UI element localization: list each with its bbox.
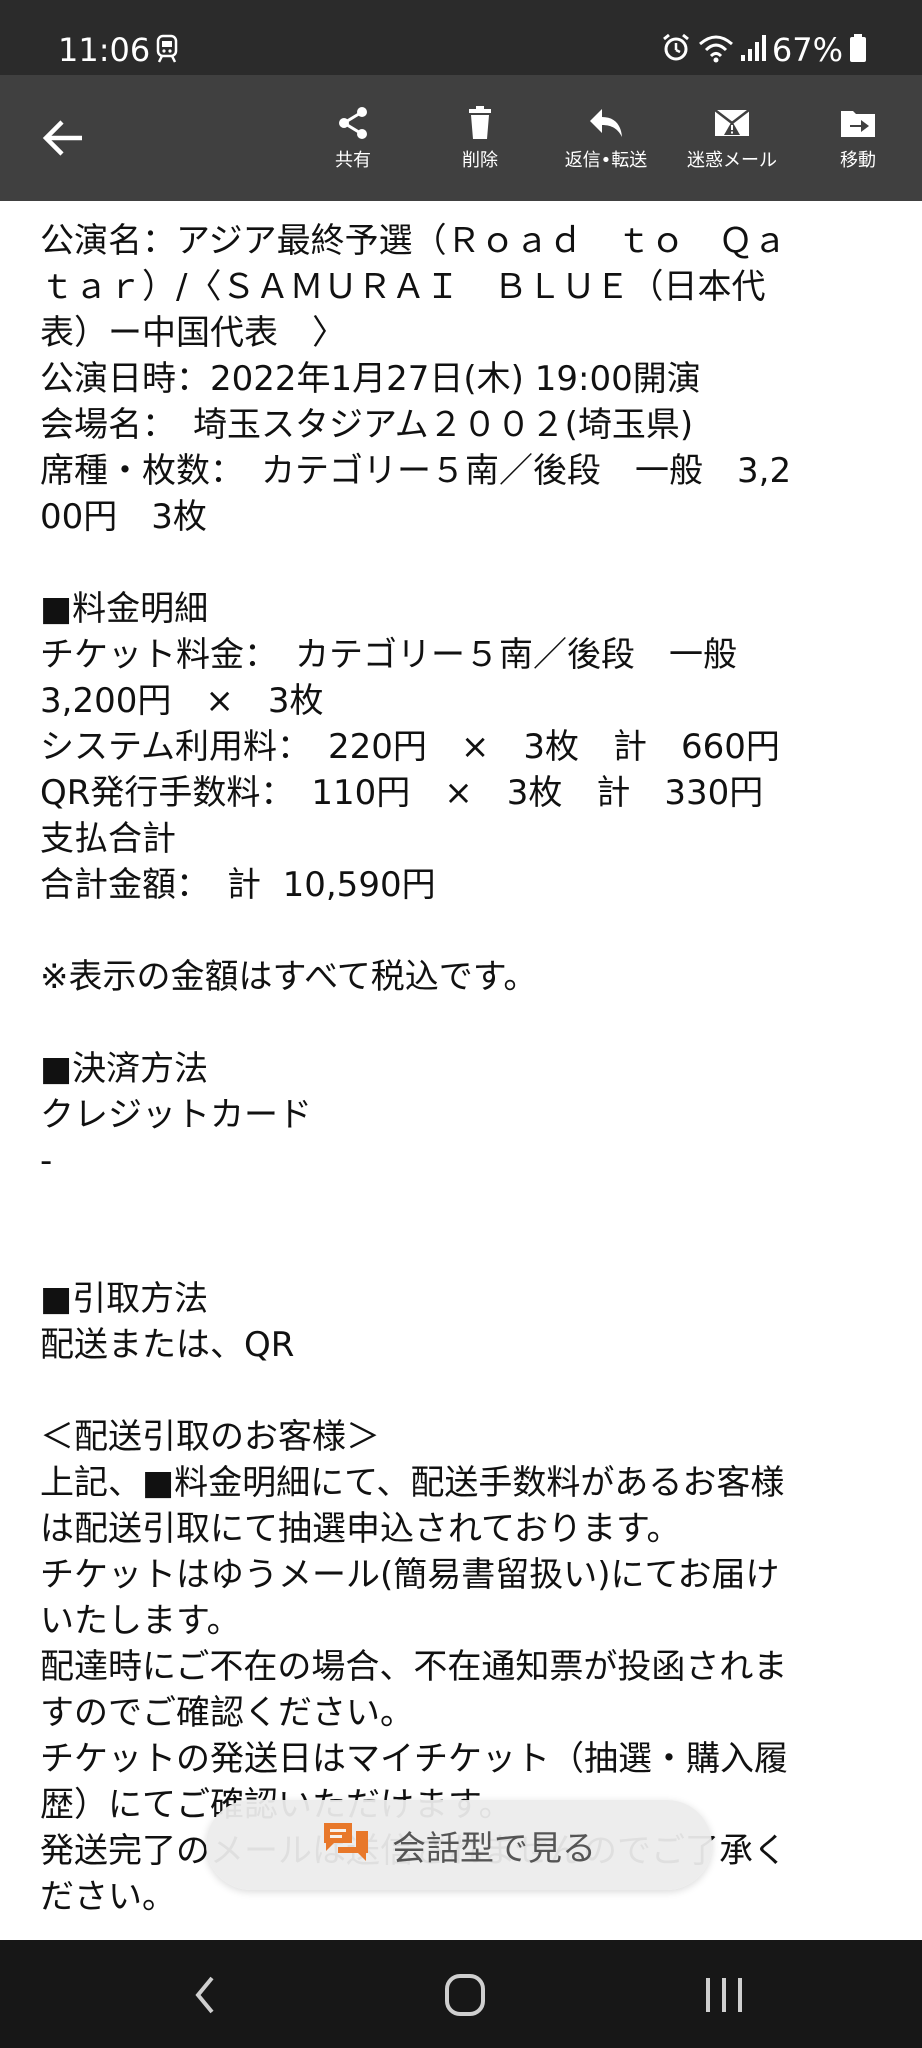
- message-line: QR発行手数料： 110円 × 3枚 計 330円: [40, 773, 764, 813]
- conversation-view-label: 会話型で見る: [392, 1828, 596, 1869]
- message-line: クレジットカード: [40, 1095, 312, 1135]
- message-line: いたします。: [40, 1601, 241, 1641]
- share-button[interactable]: 共有: [293, 105, 413, 185]
- move-label: 移動: [840, 150, 876, 171]
- message-line: ■決済方法: [40, 1049, 209, 1089]
- message-line: チケットの発送日はマイチケット（抽選・購入履: [40, 1739, 788, 1779]
- message-line: 配送または、QR: [40, 1325, 295, 1365]
- message-line: は配送引取にて抽選申込されております。: [40, 1509, 681, 1549]
- chat-icon: [322, 1821, 370, 1869]
- spam-label: 迷惑メール: [687, 150, 777, 171]
- message-line: ＜配送引取のお客様＞: [40, 1417, 380, 1457]
- message-line: ■引取方法: [40, 1279, 209, 1319]
- delete-button[interactable]: 削除: [420, 105, 540, 185]
- message-line: すのでご確認ください。: [40, 1693, 414, 1733]
- signal-icon: [740, 33, 766, 67]
- back-button[interactable]: [38, 111, 92, 165]
- move-folder-icon: [841, 111, 875, 137]
- reply-forward-label: 返信•転送: [564, 150, 648, 171]
- move-button[interactable]: 移動: [798, 105, 918, 185]
- message-line: チケットはゆうメール(簡易書留扱い)にてお届け: [40, 1555, 780, 1595]
- message-line: チケット料金： カテゴリー５南／後段 一般: [40, 635, 737, 675]
- message-line: 表）ー中国代表 〉: [40, 313, 346, 353]
- nav-home-button[interactable]: [435, 1970, 495, 2020]
- message-line: ｔａｒ）/〈ＳＡＭＵＲＡＩ ＢＬＵＥ（日本代: [40, 267, 766, 307]
- message-line: 公演日時：2022年1月27日(木) 19:00開演: [40, 359, 701, 399]
- message-line: ■料金明細: [40, 589, 209, 629]
- spam-mail-icon: [714, 109, 750, 136]
- message-line: 公演名：アジア最終予選（Ｒｏａｄ ｔｏ Ｑａ: [40, 221, 787, 261]
- message-line: 上記、■料金明細にて、配送手数料があるお客様: [40, 1463, 785, 1503]
- battery-percent: 67%: [771, 31, 843, 69]
- message-line: 席種・枚数： カテゴリー５南／後段 一般 3,2: [40, 451, 792, 491]
- message-line: 会場名： 埼玉スタジアム２００２(埼玉県): [40, 405, 694, 445]
- message-line: システム利用料： 220円 × 3枚 計 660円: [40, 727, 780, 767]
- message-line: -: [40, 1141, 53, 1181]
- message-line: 00円 3枚: [40, 497, 207, 537]
- delete-label: 削除: [462, 150, 498, 171]
- mail-toolbar: 共有 削除 返信•転送 迷惑メール 移動: [0, 75, 922, 201]
- message-line: 3,200円 × 3枚: [40, 681, 324, 721]
- nav-recents-button[interactable]: [694, 1970, 754, 2020]
- share-label: 共有: [335, 150, 371, 171]
- reply-forward-button[interactable]: 返信•転送: [546, 105, 666, 185]
- alarm-icon: [660, 32, 692, 68]
- message-line: 配達時にご不在の場合、不在通知票が投函されま: [40, 1647, 788, 1687]
- status-time: 11:06: [58, 31, 151, 69]
- status-icons: 67%: [660, 30, 867, 70]
- wifi-icon: [698, 32, 734, 68]
- battery-icon: [849, 33, 867, 67]
- message-line: ※表示の金額はすべて税込です。: [40, 957, 538, 997]
- recents-nav-icon: [706, 1978, 742, 2012]
- home-nav-icon: [445, 1974, 485, 2016]
- back-nav-icon: [195, 1976, 214, 2014]
- share-icon: [339, 107, 367, 139]
- system-nav-bar: [0, 1940, 922, 2048]
- message-line: 合計金額： 計 10,590円: [40, 865, 436, 905]
- trash-icon: [469, 106, 491, 139]
- reply-icon: [590, 109, 622, 137]
- status-bar: 11:06 67%: [0, 0, 922, 75]
- arrow-left-icon: [42, 120, 82, 156]
- nav-back-button[interactable]: [176, 1970, 236, 2020]
- message-body: 公演名：アジア最終予選（Ｒｏａｄ ｔｏ Ｑａ ｔａｒ）/〈ＳＡＭＵＲＡＩ ＢＬＵＥ…: [40, 218, 890, 1920]
- message-line: 支払合計: [40, 819, 176, 859]
- spam-button[interactable]: 迷惑メール: [672, 105, 792, 185]
- conversation-view-button[interactable]: 会話型で見る: [206, 1800, 712, 1890]
- train-icon: [155, 34, 179, 68]
